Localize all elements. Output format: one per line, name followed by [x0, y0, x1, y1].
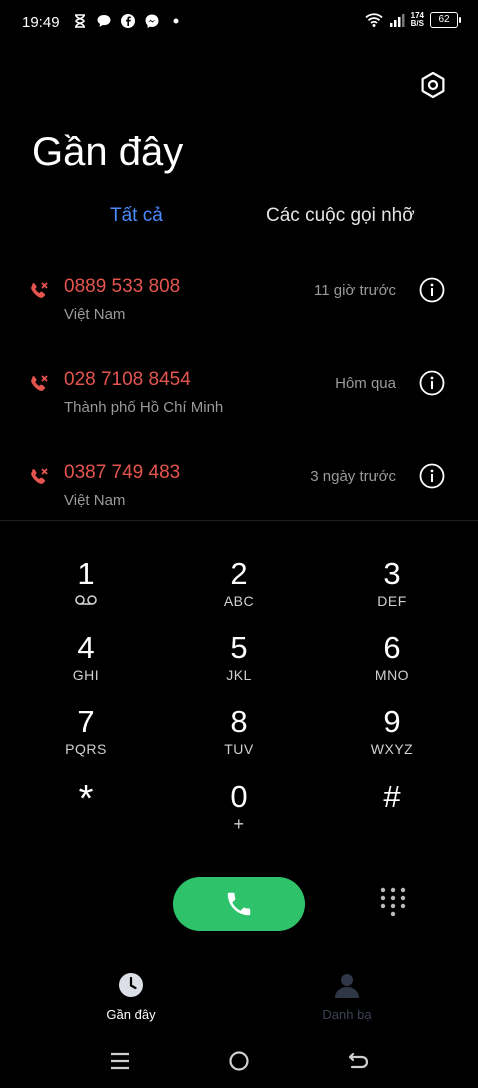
key-letters: TUV [224, 741, 254, 757]
net-speed-unit: B/S [410, 19, 424, 28]
status-time: 19:49 [22, 14, 60, 31]
key-digit: 7 [77, 704, 95, 739]
key-digit: 9 [383, 704, 401, 739]
key-6[interactable]: 6 MNO [332, 630, 452, 684]
chat-bubble-icon [97, 15, 111, 27]
key-letters: ABC [223, 593, 255, 609]
key-digit: 6 [383, 630, 401, 665]
key-5[interactable]: 5 JKL [179, 630, 299, 684]
dialpad-icon[interactable] [379, 886, 407, 920]
key-0[interactable]: 0 + [179, 780, 299, 835]
key-digit: 4 [77, 630, 95, 665]
call-button[interactable] [173, 877, 305, 931]
nav-recent-label: Gần đây [106, 1007, 156, 1022]
info-icon[interactable] [419, 277, 445, 303]
key-digit: 2 [230, 556, 248, 591]
facebook-icon [121, 14, 135, 28]
key-letters: JKL [226, 667, 252, 683]
call-number: 0387 749 483 [64, 462, 181, 483]
key-3[interactable]: 3 DEF [332, 556, 452, 610]
key-letters: + [233, 814, 245, 834]
key-4[interactable]: 4 GHI [26, 630, 146, 684]
call-log-item[interactable]: 0387 749 483 Việt Nam 3 ngày trước [0, 462, 478, 556]
voicemail-icon [75, 595, 97, 605]
person-icon [335, 974, 359, 998]
key-digit: 3 [383, 556, 401, 591]
signal-icon [389, 14, 405, 27]
messenger-icon [145, 14, 159, 28]
call-time: 3 ngày trước [310, 468, 396, 485]
battery-indicator: 62 [430, 12, 461, 28]
key-digit: 5 [230, 630, 248, 665]
key-letters: GHI [72, 667, 100, 683]
hourglass-icon [75, 14, 85, 28]
tab-missed-calls[interactable]: Các cuộc gọi nhỡ [266, 205, 415, 227]
missed-call-icon [31, 375, 48, 391]
page-title: Gần đây [32, 130, 184, 174]
key-digit: 0 [230, 779, 248, 814]
home-icon[interactable] [228, 1050, 250, 1072]
settings-icon[interactable] [418, 70, 448, 100]
key-8[interactable]: 8 TUV [179, 704, 299, 758]
tab-all[interactable]: Tất cả [110, 205, 163, 227]
call-number: 0889 533 808 [64, 276, 181, 297]
call-location: Thành phố Hồ Chí Minh [64, 399, 224, 416]
key-digit: # [383, 779, 401, 814]
system-status-icons: 174 B/S 62 [365, 12, 461, 28]
clock-icon [119, 973, 143, 997]
key-hash[interactable]: # [332, 780, 452, 814]
key-letters: WXYZ [370, 741, 414, 757]
nav-contacts-label: Danh bạ [322, 1007, 372, 1022]
key-star[interactable]: * [26, 778, 146, 820]
call-location: Việt Nam [64, 306, 126, 323]
key-digit: 8 [230, 704, 248, 739]
call-time: Hôm qua [335, 375, 396, 392]
dot-icon [173, 18, 179, 24]
info-icon[interactable] [419, 463, 445, 489]
phone-icon [227, 892, 251, 916]
menu-icon[interactable] [109, 1050, 131, 1072]
nav-recent[interactable]: Gần đây [86, 972, 176, 1022]
key-digit: * [78, 778, 94, 820]
call-time: 11 giờ trước [314, 282, 396, 299]
divider [0, 520, 478, 521]
call-log-item[interactable]: 028 7108 8454 Thành phố Hồ Chí Minh Hôm … [0, 369, 478, 463]
wifi-icon [365, 13, 383, 27]
key-1[interactable]: 1 [26, 557, 146, 612]
missed-call-icon [31, 468, 48, 484]
key-letters: MNO [374, 667, 410, 683]
nav-contacts[interactable]: Danh bạ [302, 972, 392, 1022]
back-icon[interactable] [347, 1050, 369, 1072]
key-digit: 1 [77, 556, 95, 591]
missed-call-icon [31, 282, 48, 298]
call-number: 028 7108 8454 [64, 369, 191, 390]
key-2[interactable]: 2 ABC [179, 556, 299, 610]
call-location: Việt Nam [64, 492, 126, 509]
key-9[interactable]: 9 WXYZ [332, 704, 452, 758]
notification-icons [72, 13, 184, 29]
call-log-item[interactable]: 0889 533 808 Việt Nam 11 giờ trước [0, 276, 478, 370]
key-letters: PQRS [65, 741, 107, 757]
network-speed: 174 B/S [411, 12, 424, 28]
key-7[interactable]: 7 PQRS [26, 704, 146, 758]
info-icon[interactable] [419, 370, 445, 396]
key-letters: DEF [377, 593, 407, 609]
